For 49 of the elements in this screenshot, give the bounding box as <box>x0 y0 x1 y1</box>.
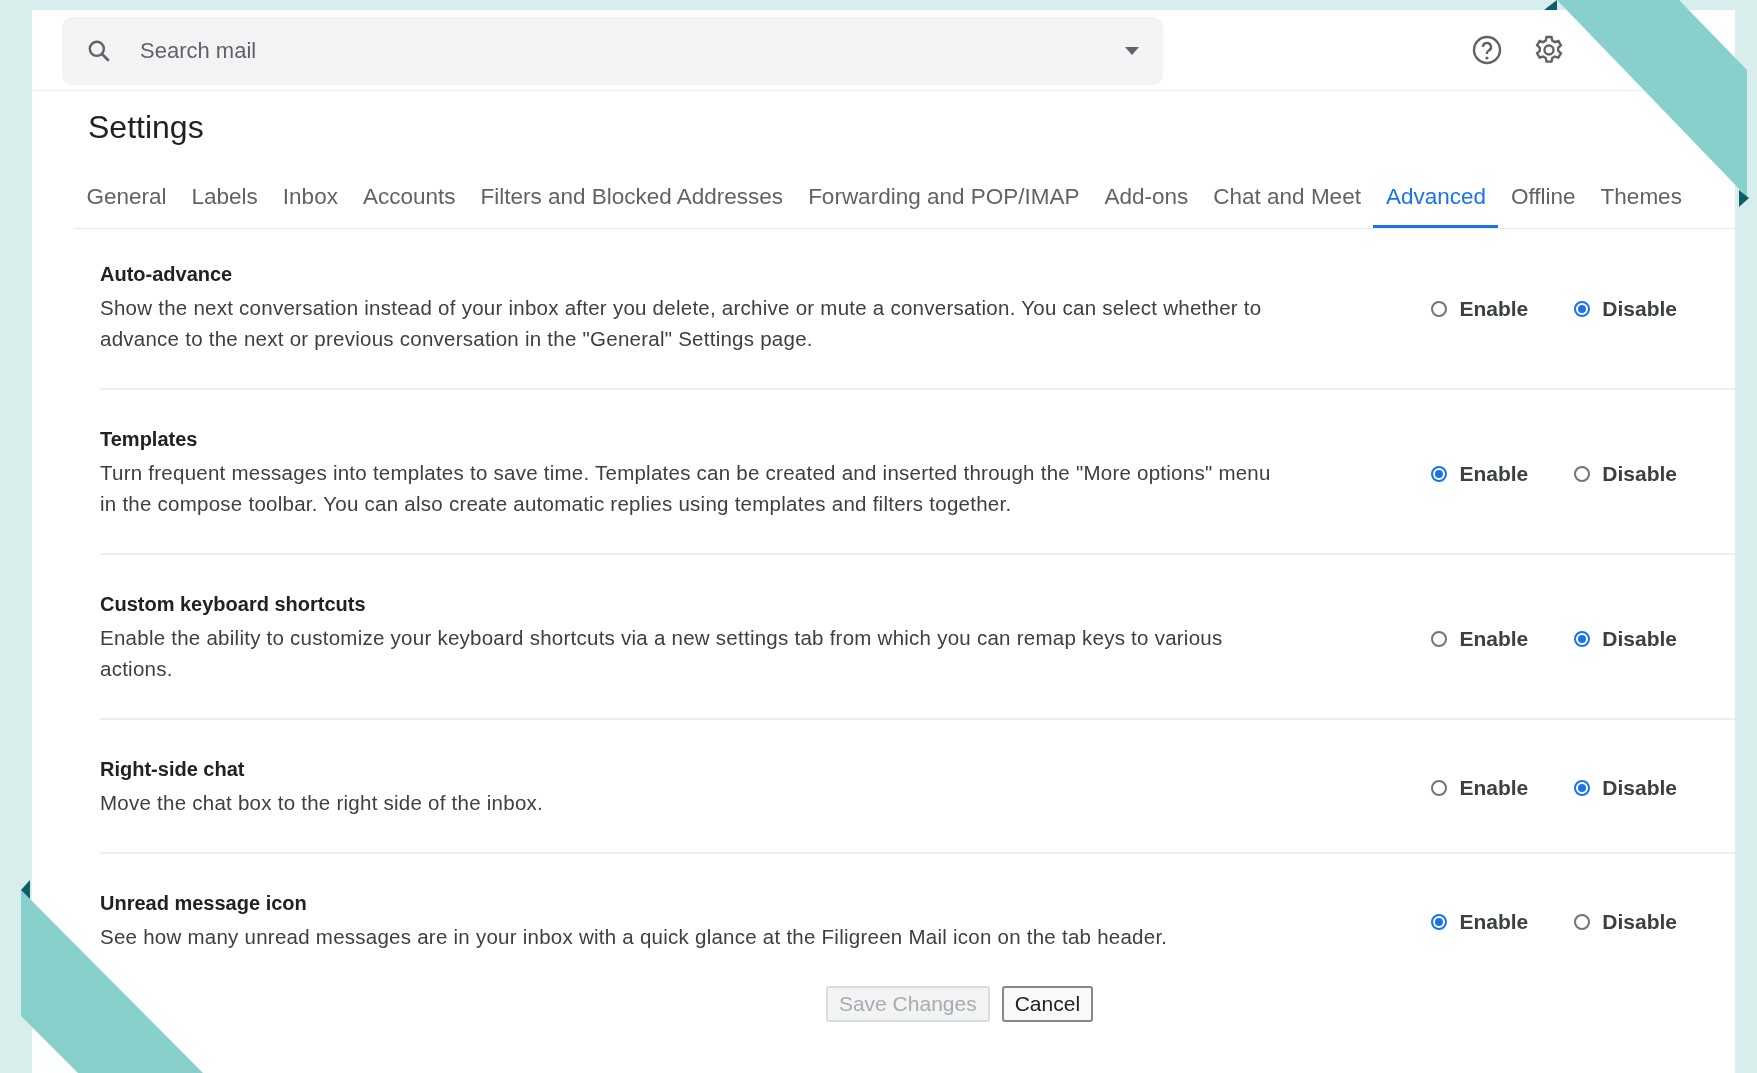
setting-title: Right-side chat <box>100 758 246 781</box>
radio-button[interactable] <box>1431 914 1448 930</box>
page-title: Settings <box>88 109 205 146</box>
radio-label[interactable]: Enable <box>1459 776 1529 800</box>
settings-tab[interactable]: Filters and Blocked Addresses <box>467 176 796 228</box>
settings-tab[interactable]: Offline <box>1498 176 1589 228</box>
radio-button[interactable] <box>1431 465 1448 482</box>
radio-label[interactable]: Disable <box>1602 626 1677 651</box>
radio-label[interactable]: Enable <box>1459 626 1529 651</box>
settings-tab[interactable]: Labels <box>179 176 271 228</box>
settings-tab[interactable]: Advanced <box>1373 176 1499 228</box>
radio-button[interactable] <box>1431 300 1448 317</box>
radio-button[interactable] <box>1574 780 1591 796</box>
settings-tab[interactable]: General <box>74 176 180 228</box>
radio-label[interactable]: Disable <box>1602 910 1677 934</box>
dropdown-caret-icon[interactable] <box>1125 47 1139 55</box>
settings-tab[interactable]: Forwarding and POP/IMAP <box>795 176 1092 228</box>
setting-description: Enable the ability to customize your keyboard shortcuts via a new settings tab from which you can remap keys to various actions. <box>100 625 1224 682</box>
radio-button[interactable] <box>1574 465 1591 482</box>
setting-title: Templates <box>100 428 199 451</box>
setting-description: Turn frequent messages into templates to save time. Templates can be created and inserted through the "More options" menu in the compose toolbar. You can also create automatic replies using templates and filters together. <box>100 460 1272 517</box>
setting-title: Auto-advance <box>100 263 234 286</box>
setting-title: Unread message icon <box>100 892 308 915</box>
radio-button[interactable] <box>1431 780 1448 796</box>
radio-button[interactable] <box>1574 300 1591 317</box>
help-icon[interactable] <box>1471 34 1503 66</box>
cancel-button[interactable]: Cancel <box>1001 986 1094 1022</box>
settings-tab[interactable]: Themes <box>1588 176 1695 228</box>
radio-label[interactable]: Enable <box>1459 296 1529 321</box>
search-field[interactable]: Search mail <box>62 17 1163 85</box>
radio-label[interactable]: Disable <box>1602 296 1677 321</box>
radio-label[interactable]: Disable <box>1602 776 1677 800</box>
search-icon <box>86 38 112 64</box>
settings-tab[interactable]: Chat and Meet <box>1200 176 1374 228</box>
radio-button[interactable] <box>1574 630 1591 647</box>
radio-label[interactable]: Enable <box>1459 461 1529 486</box>
radio-button[interactable] <box>1574 914 1591 930</box>
setting-title: Custom keyboard shortcuts <box>100 593 367 616</box>
setting-description: See how many unread messages are in your inbox with a quick glance at the Filigreen Mail icon on the tab header. <box>100 924 1169 950</box>
radio-label[interactable]: Disable <box>1602 461 1677 486</box>
setting-description: Show the next conversation instead of your inbox after you delete, archive or mute a conversation. You can select whether to advance to the next or previous conversation in the "General" Settings page. <box>100 295 1263 352</box>
settings-tab[interactable]: Inbox <box>270 176 351 228</box>
settings-tab[interactable]: Accounts <box>350 176 468 228</box>
radio-label[interactable]: Enable <box>1459 910 1529 934</box>
setting-description: Move the chat box to the right side of the inbox. <box>100 790 544 816</box>
settings-tab[interactable]: Add-ons <box>1092 176 1201 228</box>
search-input[interactable]: Search mail <box>138 37 1099 65</box>
radio-button[interactable] <box>1431 630 1448 647</box>
settings-icon[interactable] <box>1533 34 1565 66</box>
